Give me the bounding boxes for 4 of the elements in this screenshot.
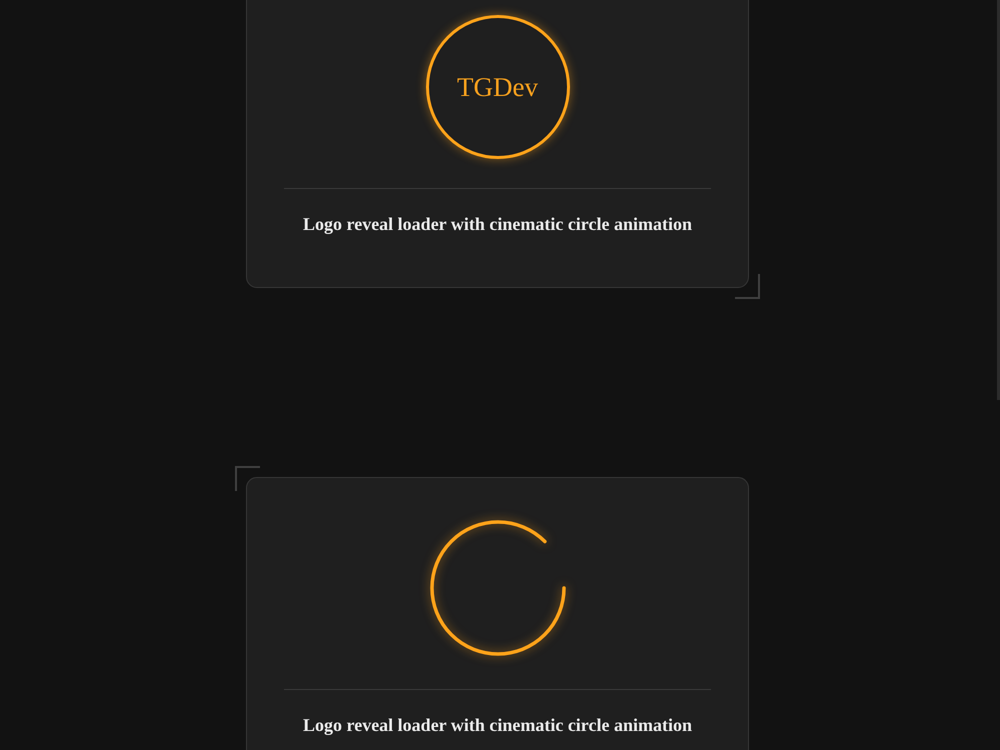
logo-text: TGDev [457, 74, 538, 100]
card-caption: Logo reveal loader with cinematic circle animation [302, 714, 693, 737]
card-caption: Logo reveal loader with cinematic circle animation [302, 213, 693, 236]
arc-spinner-icon [428, 519, 566, 657]
